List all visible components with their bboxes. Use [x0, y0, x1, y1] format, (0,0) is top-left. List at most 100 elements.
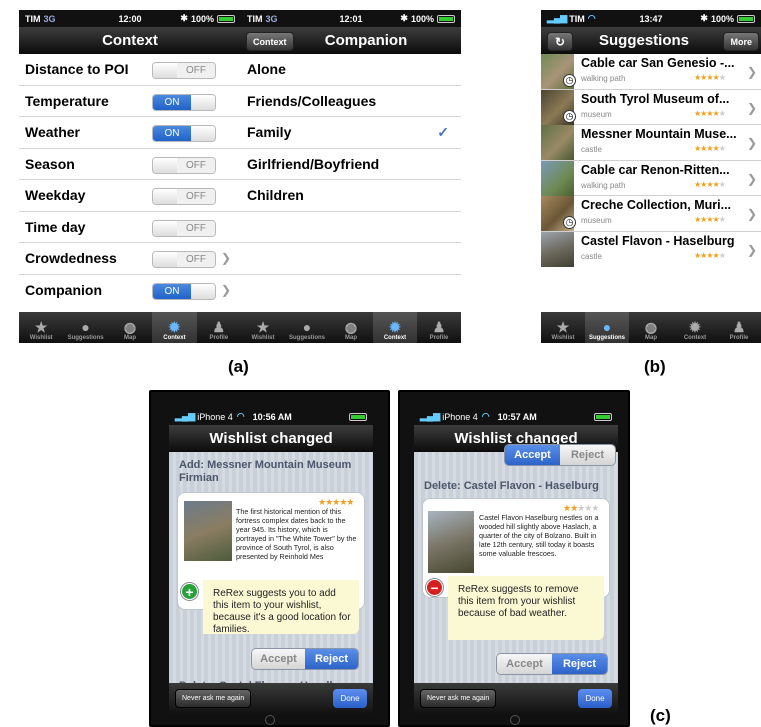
home-button[interactable]: [510, 715, 520, 725]
context-row-companion[interactable]: Companion ON ❯: [19, 275, 241, 307]
weather-toggle[interactable]: ON: [152, 125, 216, 142]
globe-icon: ◍: [123, 319, 137, 335]
suggestion-item[interactable]: ◷ South Tyrol Museum of... museum ★★★★★ ❯: [541, 89, 761, 125]
tab-wishlist[interactable]: ★ Wishlist: [241, 312, 285, 343]
accept-button[interactable]: Accept: [497, 654, 552, 674]
signal-icon: ▂▄▆: [420, 411, 441, 421]
battery-icon: [349, 412, 367, 421]
toggle-state: ON: [153, 94, 191, 110]
companion-option[interactable]: Friends/Colleagues: [241, 86, 461, 117]
toggle-state: OFF: [177, 189, 215, 204]
item-category: castle: [581, 145, 602, 154]
empty-row: [241, 275, 461, 307]
companion-option[interactable]: Girlfriend/Boyfriend: [241, 149, 461, 180]
row-label: Crowdedness: [25, 250, 117, 267]
bottom-toolbar: Never ask me again Done: [414, 683, 618, 714]
more-button[interactable]: More: [723, 32, 759, 51]
done-button[interactable]: Done: [578, 689, 612, 708]
done-button[interactable]: Done: [333, 689, 367, 708]
reject-button[interactable]: Reject: [560, 445, 615, 465]
suggestions-screen: ▂▄▆ TIM ◠ 13:47 ✱ 100% ↻ Suggestions More…: [541, 10, 761, 343]
tab-map[interactable]: ◍ Map: [108, 312, 152, 343]
context-row-season: Season OFF: [19, 149, 241, 180]
companion-toggle[interactable]: ON: [152, 282, 216, 300]
page-title: Companion: [324, 32, 408, 49]
back-button[interactable]: Context: [246, 32, 294, 51]
circle-icon: ●: [602, 319, 612, 335]
tab-label: Map: [645, 335, 657, 341]
tab-context[interactable]: ✹ Context: [673, 312, 717, 343]
poi-description: Castel Flavon Haselburg nestles on a woo…: [479, 513, 599, 558]
accept-reject-control: Accept Reject: [496, 653, 608, 675]
tab-map[interactable]: ◍ Map: [329, 312, 373, 343]
signal-icon: ▂▄▆: [175, 411, 196, 421]
tab-map[interactable]: ◍ Map: [629, 312, 673, 343]
bottom-toolbar: Never ask me again Done: [169, 683, 373, 714]
context-row-crowdedness[interactable]: Crowdedness OFF ❯: [19, 243, 241, 275]
tab-label: Context: [163, 335, 186, 341]
tab-profile[interactable]: ♟ Profile: [717, 312, 761, 343]
circle-icon: ●: [302, 319, 312, 335]
tab-profile[interactable]: ♟ Profile: [197, 312, 241, 343]
tab-suggestions[interactable]: ● Suggestions: [285, 312, 329, 343]
toggle-state: OFF: [177, 252, 215, 267]
season-toggle[interactable]: OFF: [152, 156, 216, 174]
tab-wishlist[interactable]: ★ Wishlist: [19, 312, 63, 343]
accept-reject-control: Accept Reject: [504, 444, 616, 466]
crowdedness-toggle[interactable]: OFF: [152, 251, 216, 268]
suggestion-item[interactable]: ◷ Cable car San Genesio -... walking path ★…: [541, 54, 761, 90]
never-ask-button[interactable]: Never ask me again: [175, 689, 252, 708]
home-button[interactable]: [265, 715, 275, 725]
companion-option[interactable]: Children: [241, 180, 461, 212]
suggestion-item[interactable]: Cable car Renon-Ritten... walking path ★★★…: [541, 160, 761, 196]
battery-indicator: [594, 412, 612, 421]
option-label: Girlfriend/Boyfriend: [247, 155, 380, 172]
tab-label: Map: [124, 335, 137, 341]
tab-context[interactable]: ✹ Context: [152, 312, 197, 343]
tab-suggestions[interactable]: ● Suggestions: [585, 312, 629, 343]
tab-label: Wishlist: [29, 335, 53, 341]
caption-b: (b): [644, 357, 666, 376]
suggestion-item[interactable]: Castel Flavon - Haselburg castle ★★★★★ ❯: [541, 231, 761, 267]
page-title: Context: [102, 32, 158, 49]
person-icon: ♟: [732, 319, 746, 335]
globe-icon: ◍: [344, 319, 358, 335]
weekday-toggle[interactable]: OFF: [152, 188, 216, 205]
tab-label: Wishlist: [551, 335, 575, 341]
reject-button[interactable]: Reject: [305, 649, 358, 669]
suggestion-item[interactable]: Messner Mountain Muse... castle ★★★★★ ❯: [541, 125, 761, 161]
tab-bar: ★ Wishlist ● Suggestions ◍ Map ✹ Context ♟ Pr…: [19, 312, 241, 343]
companion-option-selected[interactable]: Family ✓: [241, 117, 461, 149]
clock: 12:00: [118, 13, 142, 24]
distance-toggle[interactable]: OFF: [152, 62, 216, 79]
rating-stars: ★★★★★: [694, 179, 726, 189]
tab-wishlist[interactable]: ★ Wishlist: [541, 312, 585, 343]
empty-row: [241, 243, 461, 275]
item-title: South Tyrol Museum of...: [581, 91, 730, 106]
item-category: walking path: [581, 180, 626, 190]
accept-button[interactable]: Accept: [505, 445, 560, 465]
tab-profile[interactable]: ♟ Profile: [417, 312, 461, 343]
toggle-state: ON: [153, 283, 191, 299]
reject-button[interactable]: Reject: [552, 654, 607, 674]
globe-icon: ◍: [644, 319, 658, 335]
refresh-button[interactable]: ↻: [547, 32, 573, 51]
accept-button[interactable]: Accept: [252, 649, 305, 669]
suggestion-item[interactable]: ◷ Creche Collection, Muri... museum ★★★★★ ❯: [541, 196, 761, 232]
tab-label: Profile: [729, 335, 749, 341]
companion-option[interactable]: Alone: [241, 54, 461, 86]
clock: 10:56 AM: [252, 411, 292, 422]
tab-bar: ★ Wishlist ● Suggestions ◍ Map ✹ Context ♟ Pr…: [541, 312, 761, 343]
never-ask-button[interactable]: Never ask me again: [420, 689, 497, 708]
tab-context[interactable]: ✹ Context: [373, 312, 417, 343]
rating-stars: ★★★★★: [694, 73, 726, 82]
temperature-toggle[interactable]: ON: [152, 93, 216, 111]
item-category: walking path: [581, 74, 626, 83]
context-row-weather: Weather ON: [19, 117, 241, 149]
chevron-right-icon: ❯: [746, 171, 757, 186]
item-title: Messner Mountain Muse...: [581, 127, 737, 141]
row-label: Temperature: [25, 92, 109, 109]
tab-suggestions[interactable]: ● Suggestions: [63, 312, 107, 343]
timeday-toggle[interactable]: OFF: [152, 219, 216, 237]
rating-stars: ★★★★★: [694, 144, 726, 153]
